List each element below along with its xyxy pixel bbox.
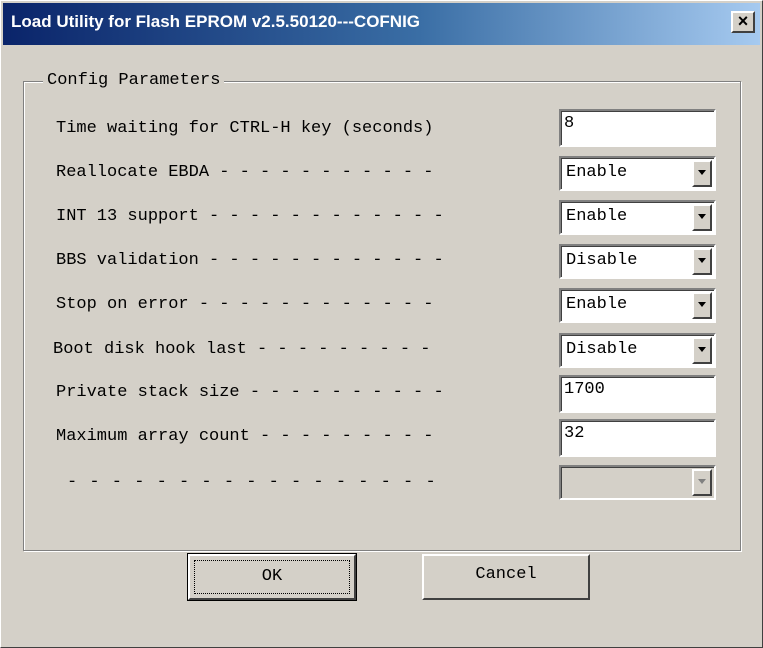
param-label-reallocate-ebda: Reallocate EBDA - - - - - - - - - - - bbox=[56, 163, 434, 182]
config-dialog: Load Utility for Flash EPROM v2.5.50120-… bbox=[0, 0, 763, 648]
chevron-down-icon[interactable] bbox=[692, 292, 712, 319]
param-label-maximum-array-count: Maximum array count - - - - - - - - - bbox=[56, 427, 434, 446]
param-label-ctrl-h-wait: Time waiting for CTRL-H key (seconds) bbox=[56, 119, 434, 138]
param-label-private-stack-size: Private stack size - - - - - - - - - - bbox=[56, 383, 444, 402]
param-label-bbs-validation: BBS validation - - - - - - - - - - - - bbox=[56, 251, 444, 270]
reallocate-ebda-select[interactable]: Enable bbox=[559, 156, 716, 191]
chevron-down-icon[interactable] bbox=[692, 204, 712, 231]
private-stack-size-input[interactable]: 1700 bbox=[559, 375, 716, 413]
reallocate-ebda-value: Enable bbox=[566, 163, 628, 182]
chevron-down-icon[interactable] bbox=[692, 160, 712, 187]
ok-button[interactable]: OK bbox=[187, 553, 357, 601]
title-bar[interactable]: Load Utility for Flash EPROM v2.5.50120-… bbox=[3, 3, 760, 45]
window-title: Load Utility for Flash EPROM v2.5.50120-… bbox=[11, 12, 421, 31]
chevron-down-icon[interactable] bbox=[692, 337, 712, 364]
unused-select bbox=[559, 465, 716, 500]
close-button[interactable]: × bbox=[731, 11, 755, 33]
param-label-boot-disk-hook-last: Boot disk hook last - - - - - - - - - bbox=[53, 340, 431, 359]
param-label-int13-support: INT 13 support - - - - - - - - - - - - bbox=[56, 207, 444, 226]
param-label-unused: - - - - - - - - - - - - - - - - - bbox=[67, 473, 437, 492]
boot-disk-hook-last-select[interactable]: Disable bbox=[559, 333, 716, 368]
group-title: Config Parameters bbox=[43, 71, 225, 90]
bbs-validation-value: Disable bbox=[566, 251, 638, 270]
ok-button-label: OK bbox=[194, 560, 350, 594]
cancel-button-label: Cancel bbox=[475, 565, 537, 584]
int13-support-value: Enable bbox=[566, 207, 628, 226]
bbs-validation-select[interactable]: Disable bbox=[559, 244, 716, 279]
chevron-down-icon bbox=[692, 469, 712, 496]
stop-on-error-value: Enable bbox=[566, 295, 628, 314]
cancel-button[interactable]: Cancel bbox=[422, 554, 590, 600]
param-label-stop-on-error: Stop on error - - - - - - - - - - - - bbox=[56, 295, 434, 314]
boot-disk-hook-last-value: Disable bbox=[566, 340, 638, 359]
chevron-down-icon[interactable] bbox=[692, 248, 712, 275]
int13-support-select[interactable]: Enable bbox=[559, 200, 716, 235]
stop-on-error-select[interactable]: Enable bbox=[559, 288, 716, 323]
maximum-array-count-input[interactable]: 32 bbox=[559, 419, 716, 457]
ctrl-h-wait-input[interactable]: 8 bbox=[559, 109, 716, 147]
